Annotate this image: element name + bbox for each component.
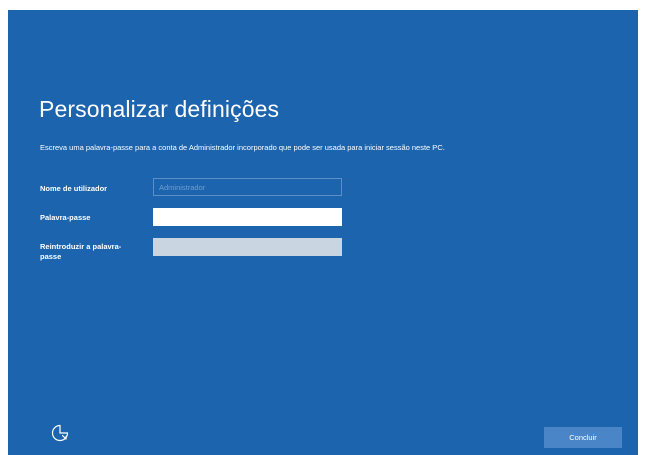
ease-of-access-icon[interactable]: [50, 423, 70, 443]
page-title: Personalizar definições: [39, 96, 280, 122]
finish-button[interactable]: Concluir: [544, 427, 622, 448]
username-field: [153, 178, 342, 196]
description-text: Escreva uma palavra-passe para a conta d…: [40, 143, 445, 152]
reenter-password-field[interactable]: [153, 238, 342, 256]
username-label: Nome de utilizador: [40, 184, 108, 193]
password-field[interactable]: [153, 208, 342, 226]
reenter-password-label: Reintroduzir a palavra-passe: [40, 242, 122, 261]
setup-screen: Personalizar definições Escreva uma pala…: [8, 10, 638, 455]
password-label: Palavra-passe: [40, 213, 91, 222]
